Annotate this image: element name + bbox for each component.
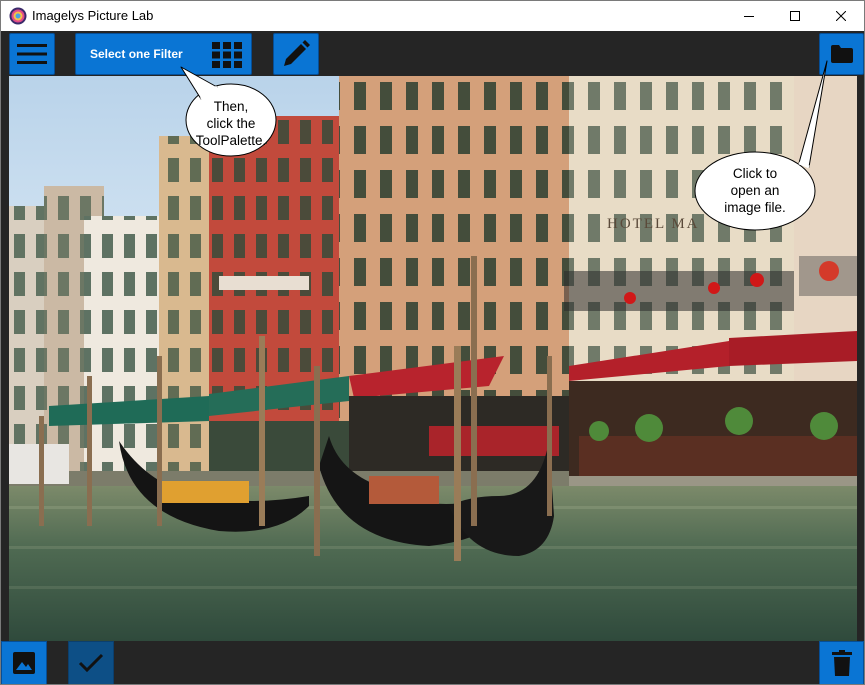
menu-button[interactable] bbox=[9, 33, 55, 75]
callout-line: open an bbox=[730, 183, 780, 198]
delete-button[interactable] bbox=[819, 641, 864, 684]
close-icon bbox=[836, 11, 846, 21]
callout-line: ToolPalette. bbox=[195, 133, 267, 148]
close-button[interactable] bbox=[818, 1, 864, 31]
select-filter-label: Select one Filter bbox=[90, 47, 183, 61]
bottom-toolbar bbox=[1, 641, 864, 684]
open-file-callout: Click to open an image file. bbox=[691, 59, 831, 234]
hamburger-menu-icon bbox=[17, 44, 47, 64]
apply-button[interactable] bbox=[68, 641, 114, 684]
window-title: Imagelys Picture Lab bbox=[32, 8, 154, 23]
image-icon bbox=[13, 652, 35, 674]
image-button[interactable] bbox=[1, 641, 47, 684]
maximize-button[interactable] bbox=[772, 1, 818, 31]
check-icon bbox=[78, 653, 104, 673]
callout-line: image file. bbox=[724, 200, 786, 215]
minimize-icon bbox=[744, 16, 754, 17]
title-bar: Imagelys Picture Lab bbox=[1, 1, 864, 31]
folder-icon bbox=[830, 45, 853, 63]
toolpalette-callout: Then, click the ToolPalette. bbox=[177, 63, 285, 163]
app-window: Imagelys Picture Lab Select one Filter H… bbox=[0, 0, 865, 685]
minimize-button[interactable] bbox=[726, 1, 772, 31]
callout-line: Then, bbox=[213, 99, 249, 114]
callout-line: click the bbox=[206, 116, 256, 131]
app-logo-icon bbox=[9, 7, 27, 25]
hotel-sign-text: HOTEL MA bbox=[607, 216, 700, 232]
maximize-icon bbox=[790, 11, 800, 21]
trash-icon bbox=[831, 650, 852, 676]
pencil-icon bbox=[284, 40, 310, 66]
callout-line: Click to bbox=[732, 166, 778, 181]
